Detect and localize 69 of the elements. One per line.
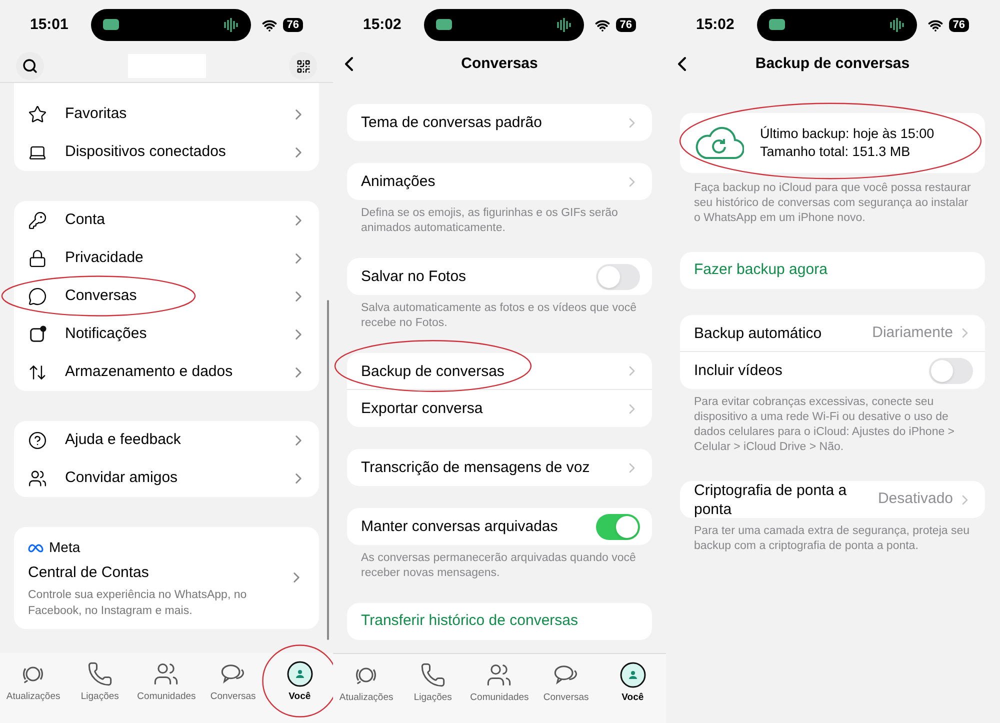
cloud-sync-icon — [694, 125, 744, 161]
menu-item[interactable]: Conta — [65, 208, 290, 232]
profile-avatar-icon — [286, 661, 313, 687]
status-time: 15:02 — [696, 14, 736, 35]
menu-item[interactable]: Privacidade — [65, 246, 290, 270]
row-label[interactable]: Criptografia de ponta a ponta — [694, 480, 859, 518]
profile-avatar-icon — [620, 662, 646, 688]
footnote: Salva automaticamente as fotos e os vídeos que você recebe no Fotos. — [360, 301, 638, 331]
wifi-icon — [928, 18, 943, 32]
footnote: As conversas permanecerão arquivadas quando você receber novas mensagens. — [360, 551, 637, 581]
status-time: 15:01 — [30, 14, 70, 35]
tab-item[interactable]: Conversas — [201, 661, 266, 704]
row-value: Diariamente — [872, 322, 953, 343]
menu-item[interactable]: Ajuda e feedback — [65, 428, 290, 452]
row-label[interactable]: Incluir vídeos — [694, 361, 929, 380]
accounts-center-card[interactable]: Meta Central de Contas Controle sua experiência no WhatsApp, no Facebook, no Instagram e mais. — [14, 527, 319, 628]
arrows-icon — [28, 362, 47, 382]
footnote: Defina se os emojis, as figurinhas e os GIFs serão animados automaticamente. — [360, 206, 619, 236]
row-label[interactable]: Exportar conversa — [361, 399, 624, 418]
row-label[interactable]: Backup automático — [694, 324, 859, 342]
phone-icon — [420, 662, 446, 688]
footnote: Para evitar cobranças excessivas, conecte seu dispositivo a uma rede Wi-Fi ou desative o uso de dados celulares para o iCloud: Ajustes do iPhone > Celular > iCloud Drive > Não. — [693, 395, 956, 455]
phone-icon — [86, 661, 113, 687]
footnote: Faça backup no iCloud para que você possa restaurar seu histórico de conversas com segurança ao instalar o WhatsApp em um iPhone novo. — [693, 181, 972, 226]
screen-title: Conversas — [461, 54, 538, 74]
toggle-switch[interactable] — [596, 264, 640, 290]
infinity-logo-icon — [28, 542, 45, 552]
menu-item[interactable]: Favoritas — [65, 102, 290, 126]
menu-item[interactable]: Armazenamento e dados — [65, 360, 290, 384]
tab-item[interactable]: Comunidades — [467, 662, 532, 706]
tab-item[interactable]: Atualizações — [1, 661, 66, 704]
battery-indicator: 76 — [282, 18, 303, 32]
key-icon — [28, 210, 47, 230]
toggle-switch[interactable] — [929, 358, 973, 384]
search-icon[interactable] — [22, 58, 38, 74]
battery-indicator: 76 — [616, 18, 636, 32]
footnote: Para ter uma camada extra de segurança, proteja seu backup com a criptografia de ponta a ponta. — [693, 524, 971, 554]
menu-item[interactable]: Notificações — [65, 322, 290, 346]
row-label[interactable]: Backup de conversas — [361, 362, 624, 380]
card-title: Central de Contas — [28, 563, 150, 583]
last-backup-text: Último backup: hoje às 15:00 — [760, 125, 934, 143]
total-size-text: Tamanho total: 151.3 MB — [760, 143, 912, 161]
tab-item[interactable]: Ligações — [68, 661, 132, 704]
toggle-switch[interactable] — [596, 514, 640, 540]
menu-item[interactable]: Dispositivos conectados — [65, 140, 290, 164]
card-description: Controle sua experiência no WhatsApp, no Facebook, no Instagram e mais. — [28, 588, 248, 618]
wifi-icon — [594, 18, 610, 32]
people-icon — [28, 468, 47, 488]
tab-item[interactable]: Atualizações — [334, 662, 398, 706]
star-icon — [28, 104, 47, 124]
tab-item[interactable]: Comunidades — [134, 661, 198, 704]
tab-item[interactable]: Ligações — [400, 662, 465, 706]
people-icon — [153, 661, 180, 687]
menu-item[interactable]: Convidar amigos — [65, 466, 290, 490]
people-icon — [486, 662, 512, 688]
notification-icon — [28, 324, 47, 344]
qr-code-icon[interactable] — [296, 58, 310, 74]
brand-name: Meta — [49, 538, 80, 557]
screen-title: Backup de conversas — [755, 54, 910, 74]
lock-icon — [28, 248, 47, 268]
tab-item[interactable]: Conversas — [534, 662, 598, 706]
help-icon — [28, 430, 47, 450]
tab-item[interactable]: Você — [600, 662, 665, 706]
battery-indicator: 76 — [948, 18, 969, 32]
menu-item[interactable]: Conversas — [65, 284, 290, 308]
status-time: 15:02 — [363, 14, 402, 35]
chat-bubble-icon — [28, 286, 47, 306]
row-value: Desativado — [878, 489, 953, 510]
wifi-icon — [262, 18, 277, 32]
